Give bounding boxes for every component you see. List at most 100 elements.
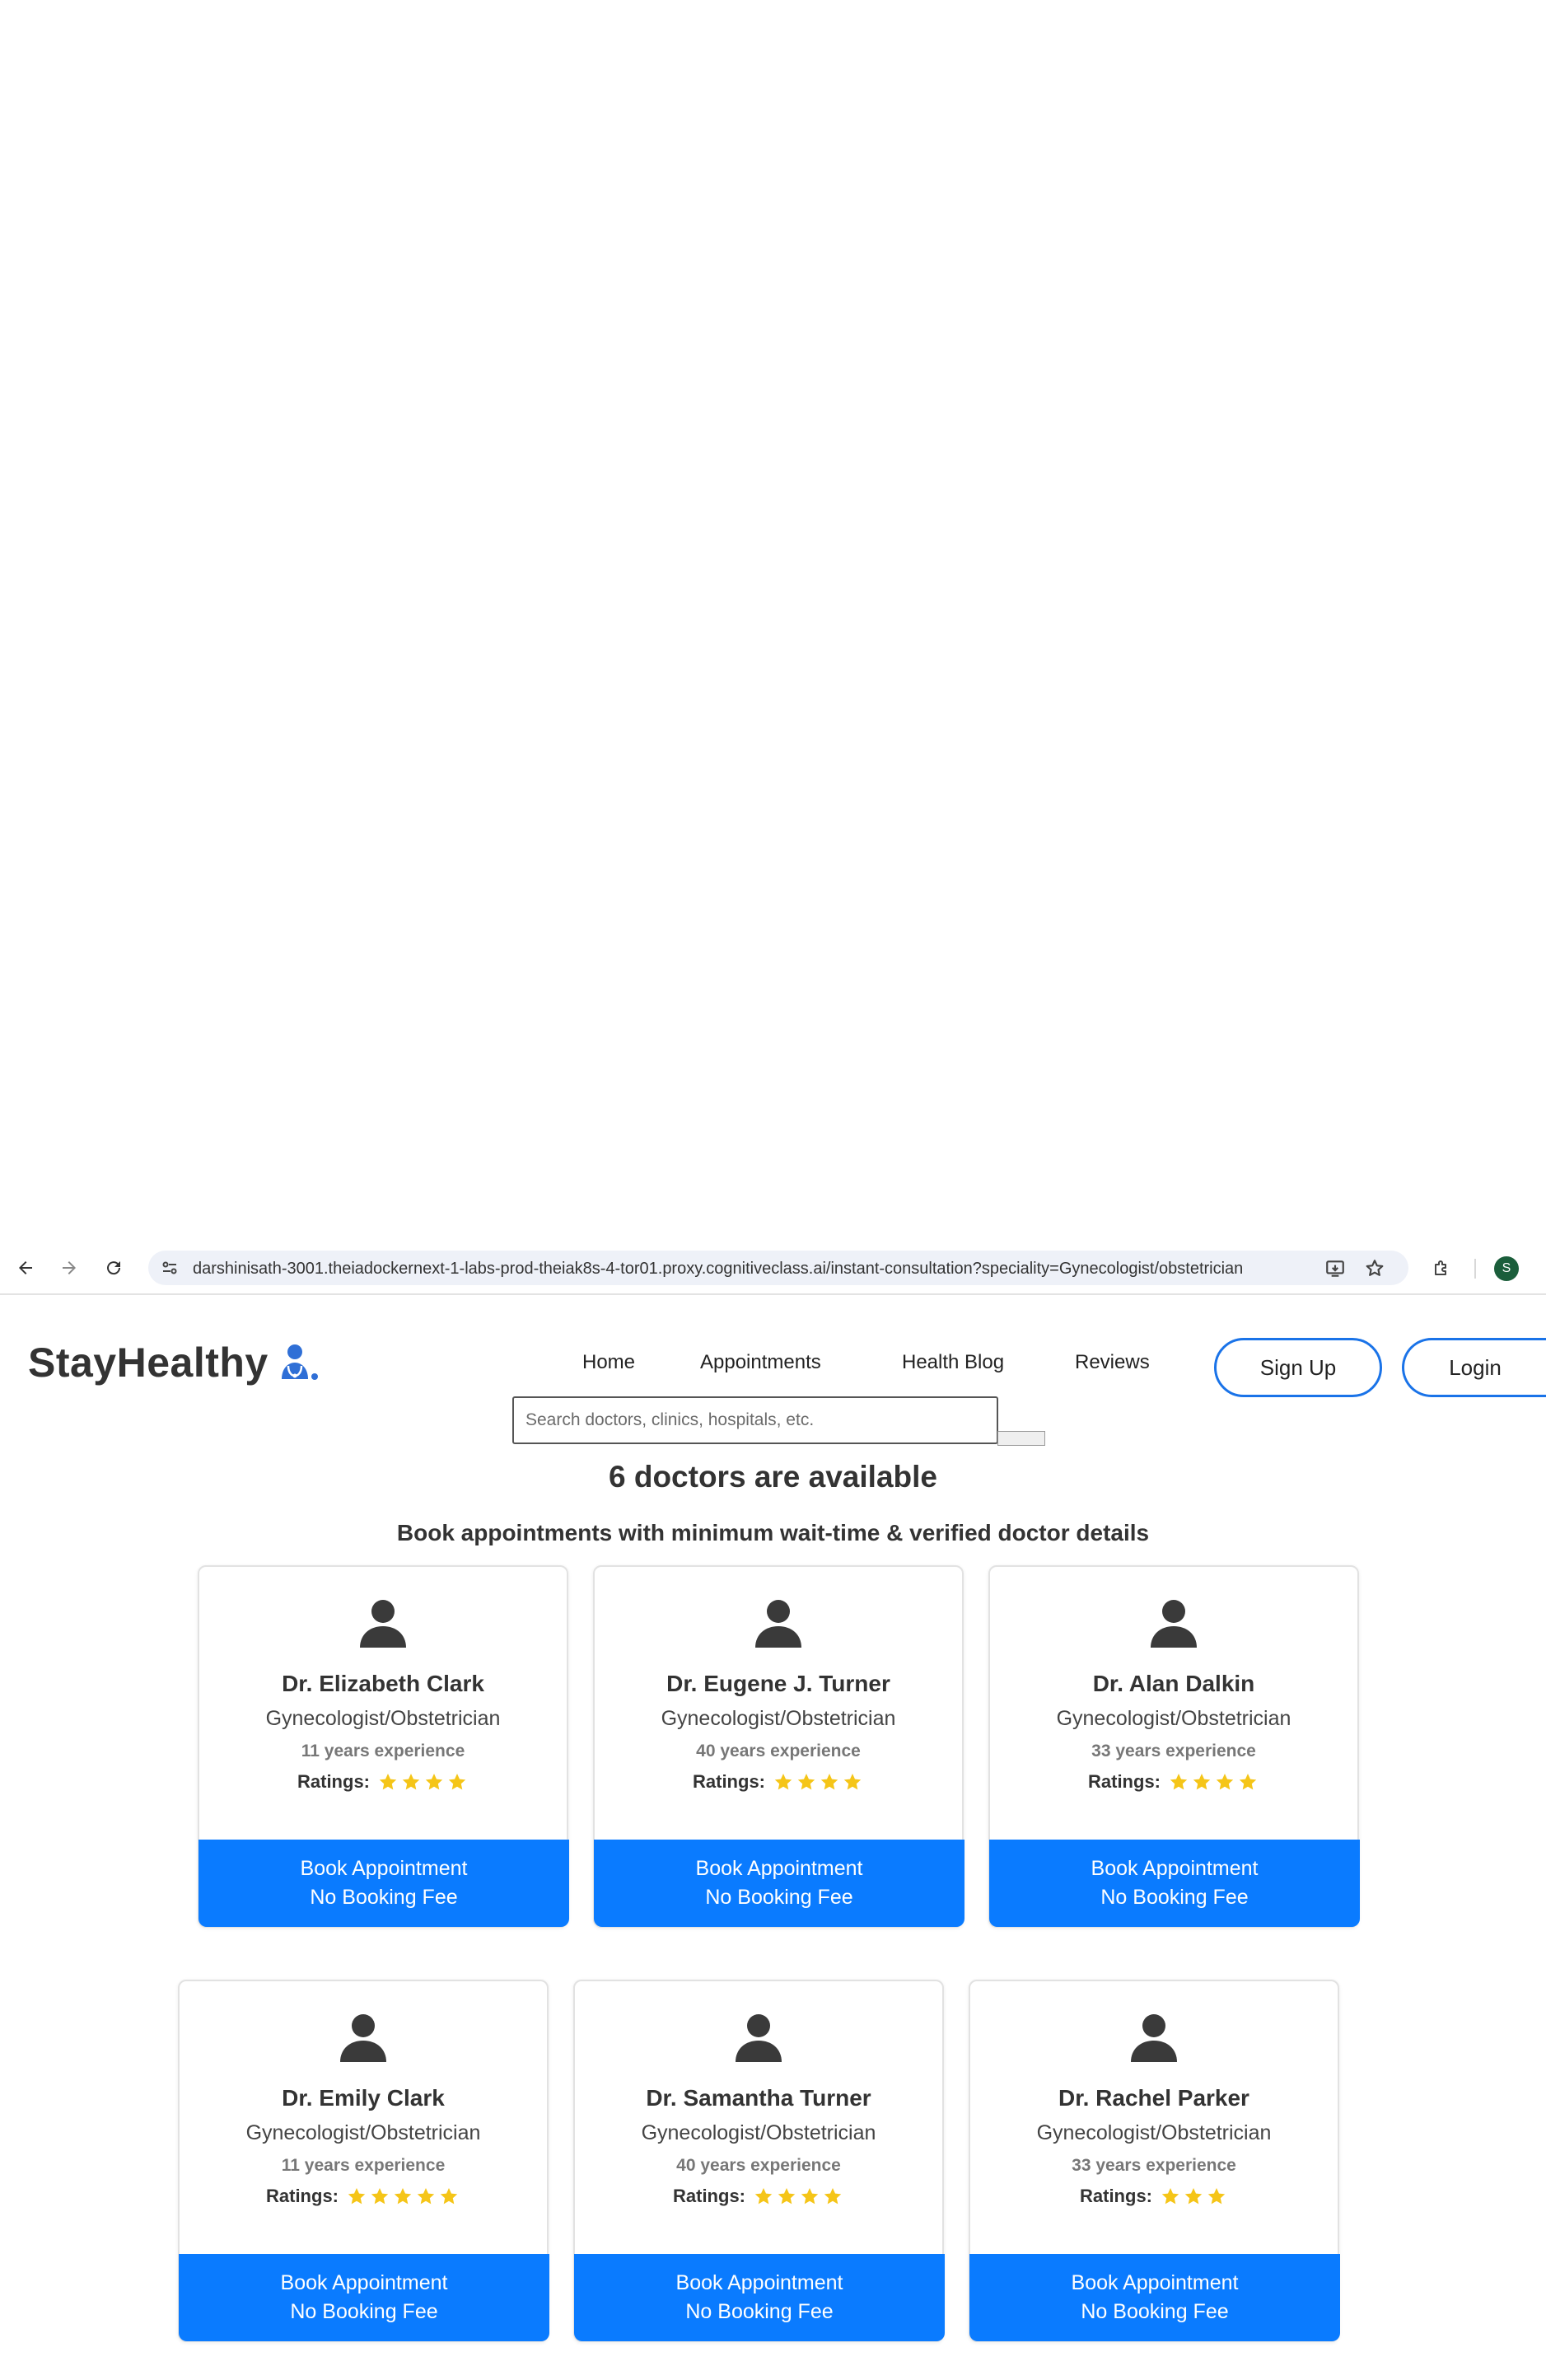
doctor-card: Dr. Elizabeth Clark Gynecologist/Obstetri…: [198, 1565, 569, 1928]
star-icon: [394, 2188, 412, 2205]
doctor-speciality: Gynecologist/Obstetrician: [641, 2121, 876, 2144]
book-appointment-button[interactable]: Book Appointment No Booking Fee: [989, 1840, 1360, 1927]
doctor-avatar-icon: [736, 2014, 782, 2062]
login-button[interactable]: Login: [1402, 1338, 1546, 1397]
doctor-name: Dr. Eugene J. Turner: [666, 1671, 890, 1696]
star-icon: [1239, 1774, 1257, 1790]
star-icon: [440, 2188, 458, 2205]
star-icon: [1193, 1774, 1211, 1790]
profile-avatar[interactable]: S: [1494, 1256, 1519, 1281]
doctor-rating: Ratings:: [595, 1771, 962, 1793]
nav-health-blog[interactable]: Health Blog: [902, 1351, 1004, 1374]
nav-reviews[interactable]: Reviews: [1075, 1351, 1150, 1374]
doctor-rating: Ratings:: [180, 2186, 547, 2207]
doctor-rating: Ratings:: [199, 1771, 567, 1793]
doctor-experience: 33 years experience: [1072, 2156, 1236, 2175]
star-icon: [778, 2188, 796, 2205]
star-icon: [379, 1774, 397, 1790]
ratings-label: Ratings:: [673, 2186, 745, 2206]
doctor-name: Dr. Rachel Parker: [1058, 2085, 1249, 2111]
book-appointment-button[interactable]: Book Appointment No Booking Fee: [969, 2254, 1340, 2341]
site-settings-icon[interactable]: [160, 1258, 180, 1278]
booking-fee-label: No Booking Fee: [685, 2300, 834, 2323]
book-appointment-label: Book Appointment: [675, 2271, 843, 2294]
book-appointment-button[interactable]: Book Appointment No Booking Fee: [199, 1840, 569, 1927]
doctor-experience: 33 years experience: [1091, 1742, 1256, 1760]
star-icon: [1216, 1774, 1234, 1790]
doctor-card: Dr. Samantha Turner Gynecologist/Obstetri…: [573, 1980, 945, 2342]
doctor-card: Dr. Eugene J. Turner Gynecologist/Obstetr…: [593, 1565, 964, 1928]
site-logo[interactable]: StayHealthy: [28, 1339, 320, 1386]
doctor-card: Dr. Alan Dalkin Gynecologist/Obstetrician…: [988, 1565, 1360, 1928]
doctor-name: Dr. Samantha Turner: [646, 2085, 871, 2111]
doctor-name: Dr. Alan Dalkin: [1092, 1671, 1255, 1696]
toolbar-divider: [1474, 1259, 1476, 1279]
search-button[interactable]: [997, 1431, 1045, 1446]
doctor-speciality: Gynecologist/Obstetrician: [1036, 2121, 1272, 2144]
nav-appointments[interactable]: Appointments: [700, 1351, 821, 1374]
star-icon: [1184, 2188, 1203, 2205]
doctor-experience: 11 years experience: [281, 2156, 446, 2175]
doctor-logo-icon: [281, 1344, 318, 1380]
book-appointment-label: Book Appointment: [1071, 2271, 1239, 2294]
book-appointment-label: Book Appointment: [695, 1857, 863, 1880]
doctor-card: Dr. Rachel Parker Gynecologist/Obstetrici…: [969, 1980, 1340, 2342]
star-icon: [820, 1774, 838, 1790]
doctor-avatar-icon: [360, 1600, 406, 1648]
booking-fee-label: No Booking Fee: [310, 1886, 458, 1909]
star-icon: [797, 1774, 815, 1790]
doctor-avatar-icon: [340, 2014, 386, 2062]
doctor-rating: Ratings:: [970, 2186, 1338, 2207]
install-app-icon[interactable]: [1324, 1258, 1346, 1279]
search-input[interactable]: [512, 1396, 998, 1444]
bookmark-star-icon[interactable]: [1364, 1258, 1385, 1279]
doctor-speciality: Gynecologist/Obstetrician: [661, 1707, 896, 1730]
star-icon: [1161, 2188, 1179, 2205]
sign-up-button[interactable]: Sign Up: [1214, 1338, 1382, 1397]
browser-toolbar: darshinisath-3001.theiadockernext-1-labs…: [0, 1242, 1546, 1295]
doctor-experience: 40 years experience: [676, 2156, 841, 2175]
star-icon: [417, 2188, 435, 2205]
star-icon: [448, 1774, 466, 1790]
address-bar[interactable]: darshinisath-3001.theiadockernext-1-labs…: [148, 1251, 1408, 1285]
star-icon: [754, 2188, 773, 2205]
doctor-speciality: Gynecologist/Obstetrician: [245, 2121, 481, 2144]
book-appointment-label: Book Appointment: [1091, 1857, 1259, 1880]
book-appointment-button[interactable]: Book Appointment No Booking Fee: [179, 2254, 549, 2341]
star-icon: [1207, 2188, 1226, 2205]
back-button[interactable]: [12, 1254, 40, 1282]
doctor-name: Dr. Emily Clark: [282, 2085, 445, 2111]
doctor-rating: Ratings:: [575, 2186, 942, 2207]
doctor-avatar-icon: [1131, 2014, 1177, 2062]
doctor-speciality: Gynecologist/Obstetrician: [265, 1707, 501, 1730]
reload-button[interactable]: [100, 1254, 128, 1282]
doctor-rating: Ratings:: [990, 1771, 1357, 1793]
logo-text: StayHealthy: [28, 1340, 269, 1386]
arrow-left-icon: [19, 1261, 32, 1274]
star-icon: [371, 2188, 389, 2205]
doctor-count-heading: 6 doctors are available: [609, 1460, 937, 1494]
nav-home[interactable]: Home: [582, 1351, 635, 1374]
forward-button[interactable]: [55, 1254, 83, 1282]
star-icon: [348, 2188, 366, 2205]
star-icon: [1170, 1774, 1188, 1790]
book-appointment-button[interactable]: Book Appointment No Booking Fee: [574, 2254, 945, 2341]
book-appointment-button[interactable]: Book Appointment No Booking Fee: [594, 1840, 964, 1927]
results-subheading: Book appointments with minimum wait-time…: [396, 1520, 1150, 1545]
extensions-button[interactable]: [1427, 1254, 1455, 1282]
doctor-avatar-icon: [1151, 1600, 1197, 1648]
ratings-label: Ratings:: [1088, 1771, 1161, 1792]
booking-fee-label: No Booking Fee: [290, 2300, 438, 2323]
ratings-label: Ratings:: [693, 1771, 765, 1792]
arrow-right-icon: [63, 1261, 76, 1274]
reload-icon: [107, 1261, 121, 1275]
star-icon: [402, 1774, 420, 1790]
doctor-card: Dr. Emily Clark Gynecologist/Obstetrician…: [178, 1980, 549, 2342]
ratings-label: Ratings:: [266, 2186, 339, 2206]
star-icon: [824, 2188, 842, 2205]
puzzle-icon: [1435, 1260, 1446, 1275]
star-icon: [843, 1774, 862, 1790]
doctor-speciality: Gynecologist/Obstetrician: [1056, 1707, 1291, 1730]
doctor-name: Dr. Elizabeth Clark: [282, 1671, 484, 1696]
doctor-avatar-icon: [755, 1600, 801, 1648]
